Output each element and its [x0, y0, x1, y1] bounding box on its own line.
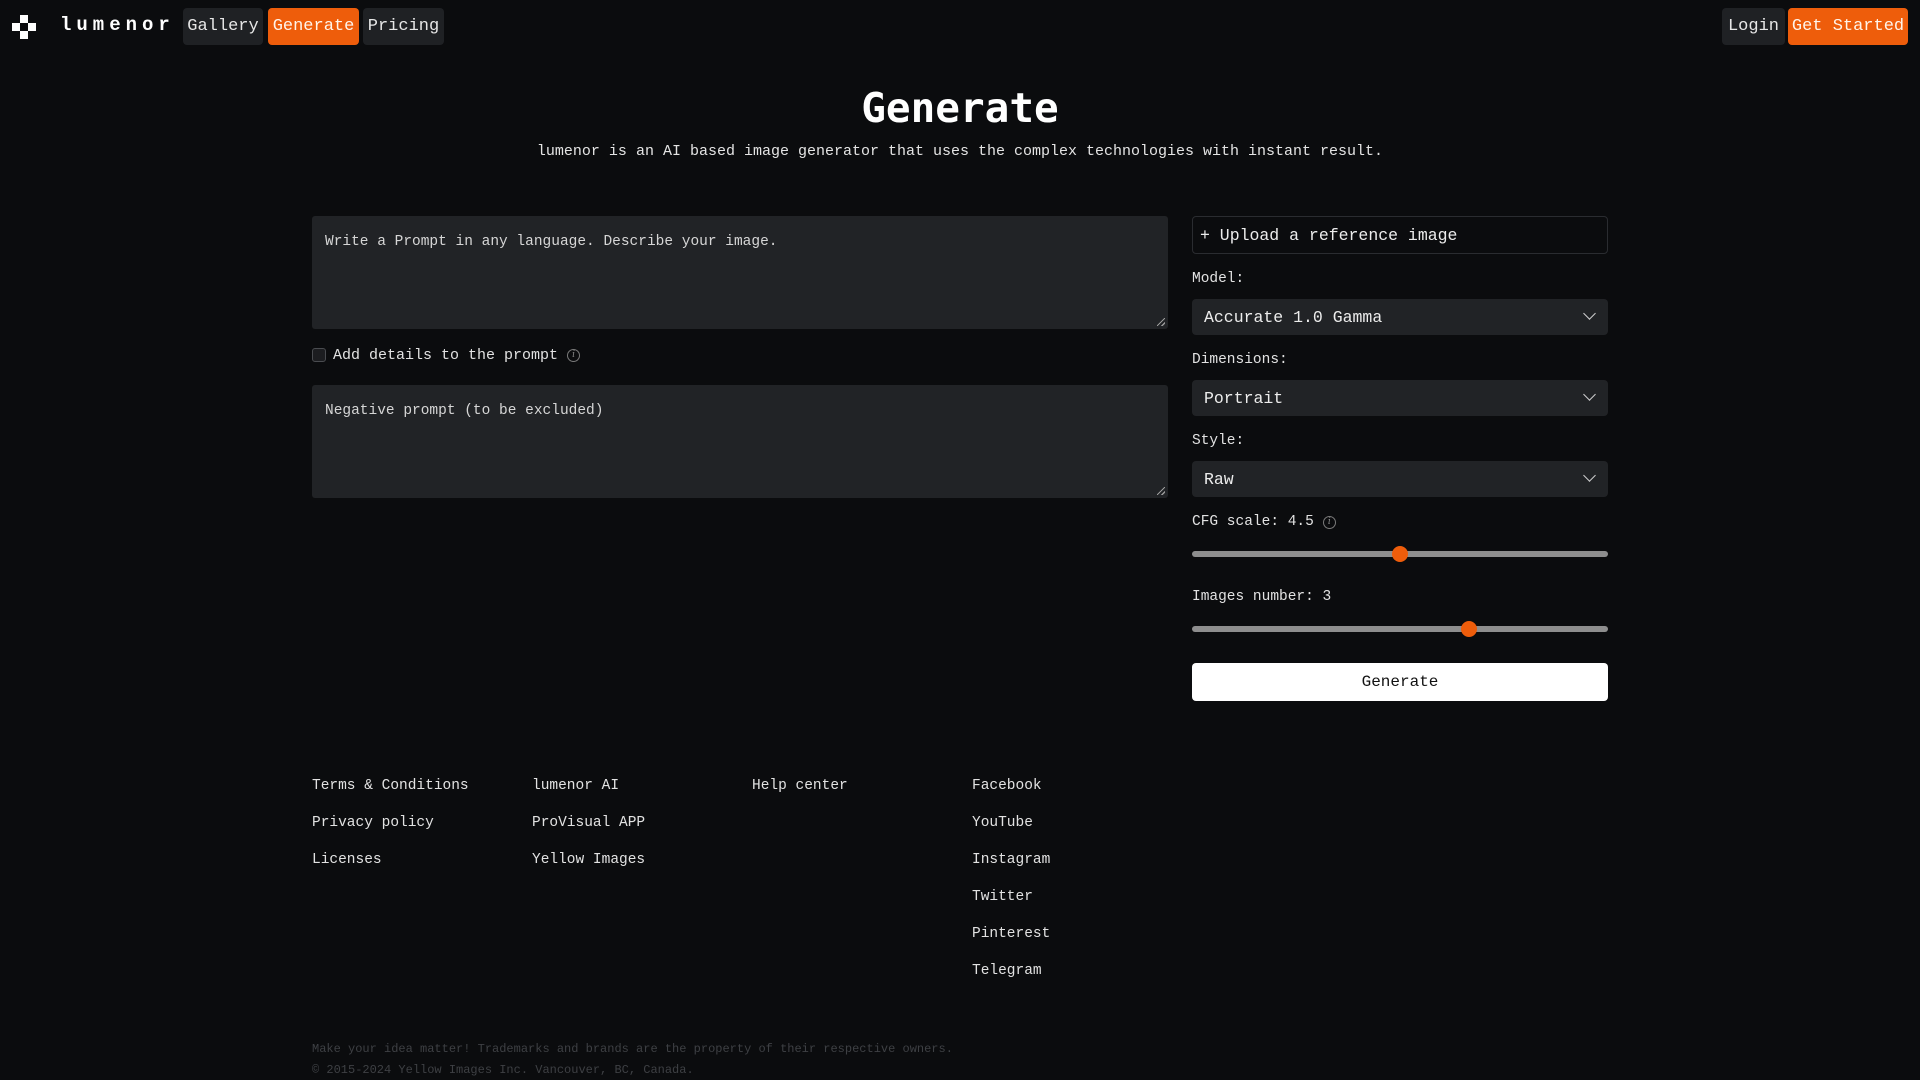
resize-grip-icon[interactable] [1157, 318, 1165, 326]
footer-link[interactable]: Yellow Images [532, 850, 645, 887]
footer-link[interactable]: lumenor AI [532, 776, 645, 813]
slider-thumb[interactable] [1392, 546, 1408, 562]
slider-track[interactable] [1192, 626, 1608, 632]
cfg-scale-label-row: CFG scale: 4.5 i [1192, 514, 1336, 530]
images-number-slider[interactable] [1192, 619, 1608, 639]
chevron-down-icon [1583, 388, 1596, 401]
brand-name[interactable]: lumenor [60, 14, 175, 36]
footer-link[interactable]: Pinterest [972, 924, 1050, 961]
add-details-label[interactable]: Add details to the prompt [333, 347, 558, 364]
footer-column-help: Help center [752, 776, 848, 813]
prompt-placeholder: Write a Prompt in any language. Describe… [325, 234, 778, 250]
images-number-label: Images number: 3 [1192, 589, 1332, 605]
footer-link[interactable]: Twitter [972, 887, 1050, 924]
checker-cross-logo-icon[interactable] [12, 15, 36, 39]
add-details-row: Add details to the prompt i [312, 345, 581, 365]
footer-link[interactable]: ProVisual APP [532, 813, 645, 850]
get-started-button[interactable]: Get Started [1788, 8, 1908, 45]
add-details-checkbox[interactable] [312, 348, 326, 362]
info-icon[interactable]: i [1322, 515, 1336, 529]
nav-pricing[interactable]: Pricing [363, 8, 444, 45]
footer-link[interactable]: Help center [752, 776, 848, 813]
footer-link[interactable]: Terms & Conditions [312, 776, 469, 813]
footer-link[interactable]: Licenses [312, 850, 469, 887]
chevron-down-icon [1583, 469, 1596, 482]
footer-link[interactable]: Instagram [972, 850, 1050, 887]
negative-prompt-placeholder: Negative prompt (to be excluded) [325, 403, 604, 419]
model-label: Model: [1192, 271, 1245, 287]
dimensions-value: Portrait [1204, 388, 1284, 408]
login-button[interactable]: Login [1722, 8, 1785, 45]
nav-generate[interactable]: Generate [268, 8, 359, 45]
cfg-scale-slider[interactable] [1192, 544, 1608, 564]
prompt-input[interactable]: Write a Prompt in any language. Describe… [312, 216, 1168, 329]
model-select[interactable]: Accurate 1.0 Gamma [1192, 299, 1608, 335]
footer-link[interactable]: Facebook [972, 776, 1050, 813]
resize-grip-icon[interactable] [1157, 487, 1165, 495]
upload-reference-button[interactable]: + Upload a reference image [1192, 216, 1608, 254]
nav-gallery[interactable]: Gallery [183, 8, 263, 45]
negative-prompt-input[interactable]: Negative prompt (to be excluded) [312, 385, 1168, 498]
slider-thumb[interactable] [1461, 621, 1478, 637]
footer-link[interactable]: YouTube [972, 813, 1050, 850]
footer-column-products: lumenor AI ProVisual APP Yellow Images [532, 776, 645, 887]
legal-notice: Make your idea matter! Trademarks and br… [312, 1042, 953, 1056]
footer-link[interactable]: Privacy policy [312, 813, 469, 850]
footer-column-social: Facebook YouTube Instagram Twitter Pinte… [972, 776, 1050, 998]
generate-button[interactable]: Generate [1192, 663, 1608, 701]
info-icon[interactable]: i [567, 348, 581, 362]
dimensions-label: Dimensions: [1192, 352, 1288, 368]
page-title: Generate [861, 84, 1059, 132]
model-value: Accurate 1.0 Gamma [1204, 307, 1383, 327]
style-label: Style: [1192, 433, 1245, 449]
style-select[interactable]: Raw [1192, 461, 1608, 497]
style-value: Raw [1204, 469, 1234, 489]
top-nav: lumenor Gallery Generate Pricing Login G… [0, 0, 1920, 54]
dimensions-select[interactable]: Portrait [1192, 380, 1608, 416]
footer-column-legal: Terms & Conditions Privacy policy Licens… [312, 776, 469, 887]
chevron-down-icon [1583, 307, 1596, 320]
cfg-scale-label: CFG scale: 4.5 [1192, 514, 1314, 530]
footer-link[interactable]: Telegram [972, 961, 1050, 998]
copyright: © 2015-2024 Yellow Images Inc. Vancouver… [312, 1063, 694, 1077]
page-subtitle: lumenor is an AI based image generator t… [536, 143, 1384, 160]
